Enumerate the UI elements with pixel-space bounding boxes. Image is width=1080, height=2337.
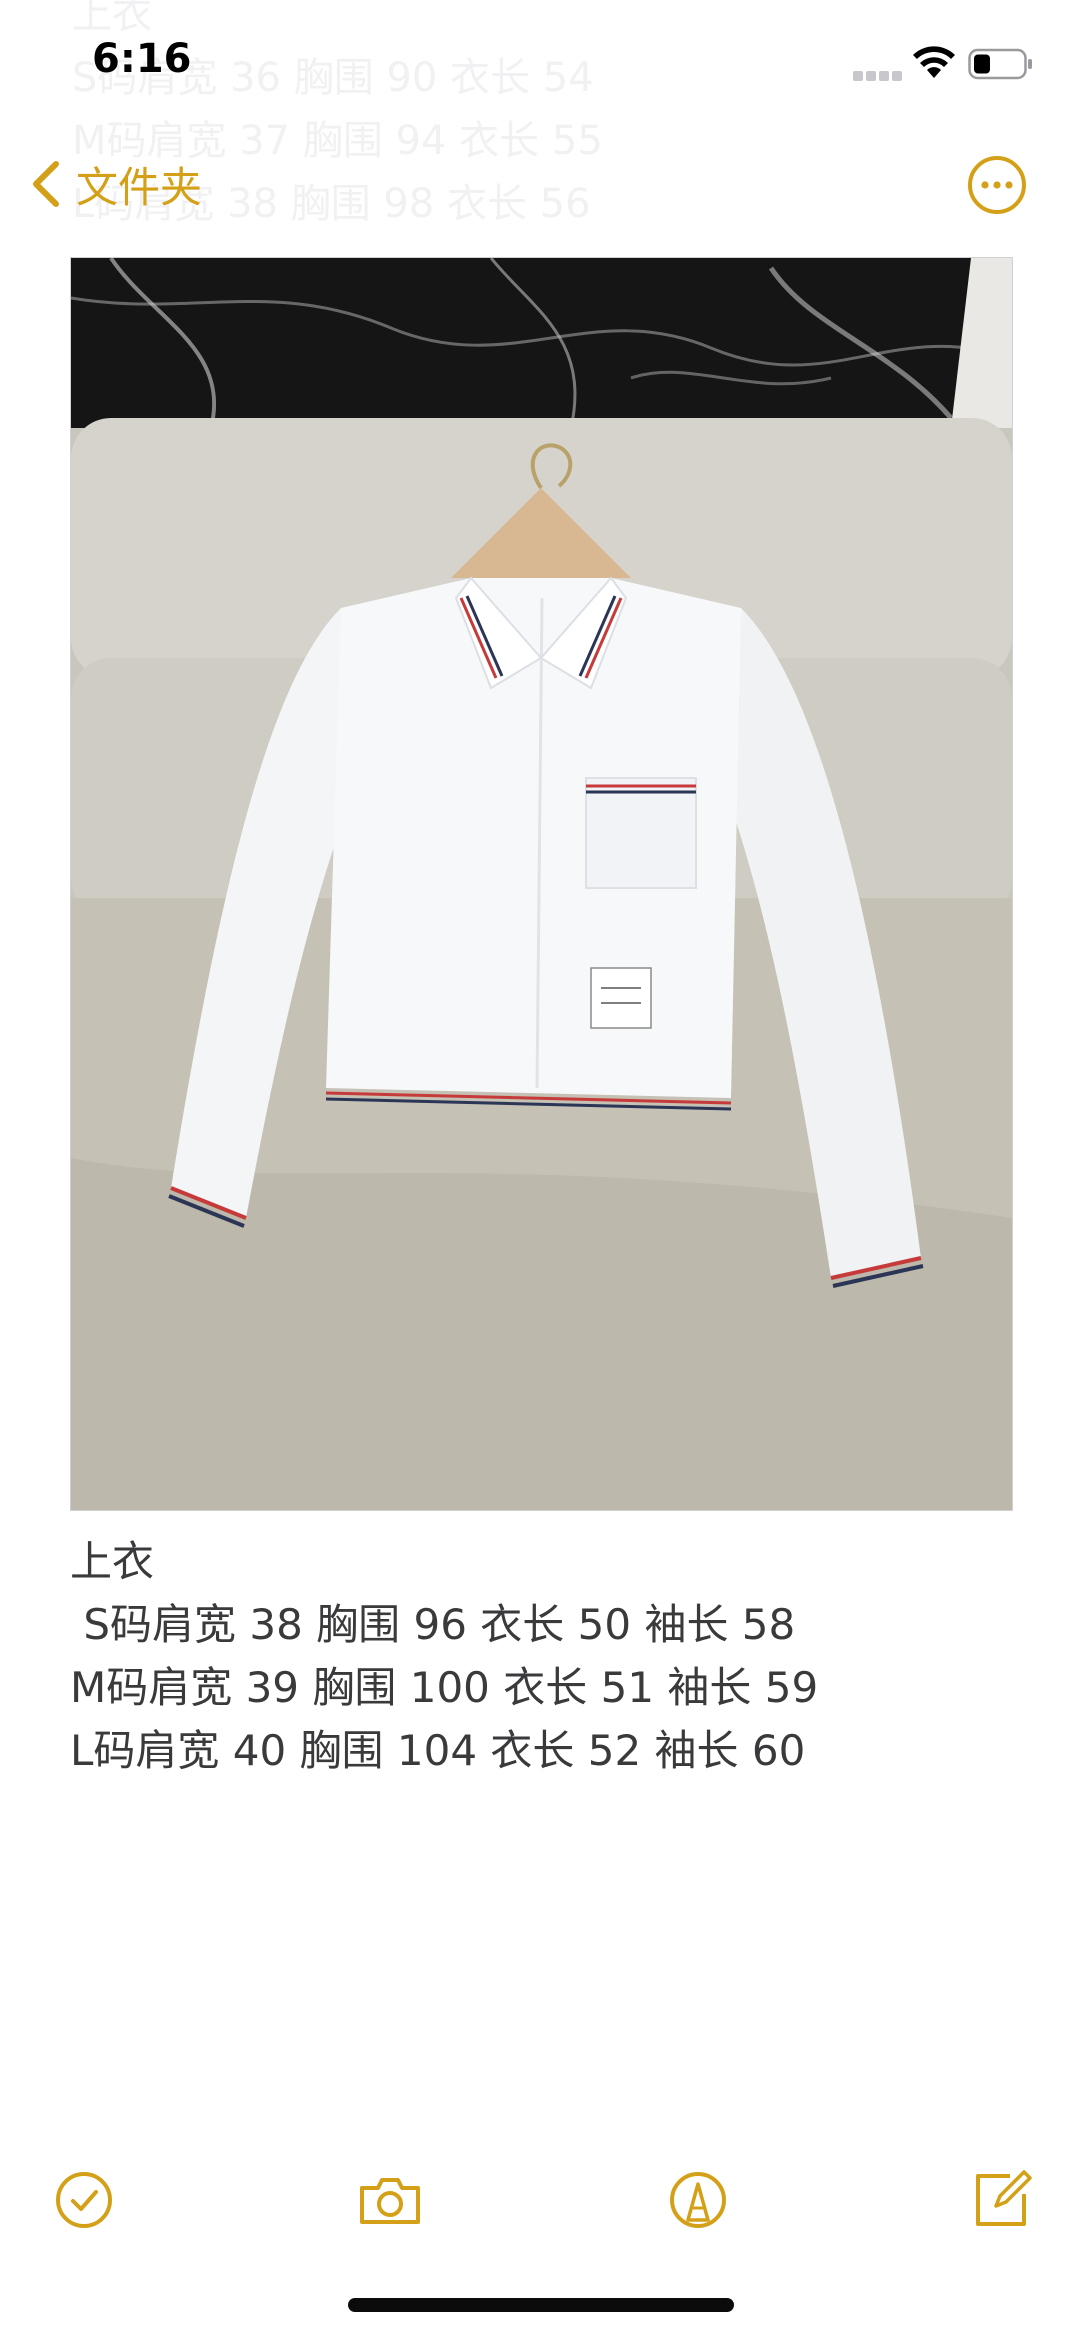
shirt-photo[interactable] bbox=[70, 257, 1013, 1511]
note-line: S码肩宽 38 胸围 96 衣长 50 袖长 58 bbox=[70, 1600, 796, 1649]
battery-icon bbox=[968, 48, 1032, 80]
wifi-icon bbox=[913, 46, 955, 78]
cellular-signal-icon bbox=[853, 66, 905, 85]
note-line: 上衣 bbox=[70, 1537, 155, 1586]
back-button-label: 文件夹 bbox=[76, 162, 203, 212]
bottom-toolbar bbox=[0, 2150, 1080, 2240]
back-to-folders-button[interactable]: 文件夹 bbox=[28, 154, 202, 214]
status-bar: 6:16 bbox=[0, 0, 1080, 132]
camera-icon[interactable] bbox=[354, 2164, 426, 2236]
chevron-left-icon bbox=[33, 161, 59, 207]
note-line: L码肩宽 40 胸围 104 衣长 52 袖长 60 bbox=[70, 1726, 806, 1775]
markup-icon[interactable] bbox=[662, 2164, 734, 2236]
more-options-icon[interactable] bbox=[966, 154, 1028, 216]
navigation-bar: 文件夹 bbox=[0, 140, 1080, 230]
note-body[interactable]: 上衣 S码肩宽 38 胸围 96 衣长 50 袖长 58 M码肩宽 39 胸围 … bbox=[70, 1530, 1010, 1782]
note-line: M码肩宽 39 胸围 100 衣长 51 袖长 59 bbox=[70, 1663, 819, 1712]
status-time: 6:16 bbox=[92, 36, 192, 82]
checklist-icon[interactable] bbox=[48, 2164, 120, 2236]
home-indicator[interactable] bbox=[348, 2298, 734, 2312]
compose-icon[interactable] bbox=[966, 2164, 1038, 2236]
notes-screen: 上衣 S码肩宽 36 胸围 90 衣长 54 M码肩宽 37 胸围 94 衣长 … bbox=[0, 0, 1080, 2337]
